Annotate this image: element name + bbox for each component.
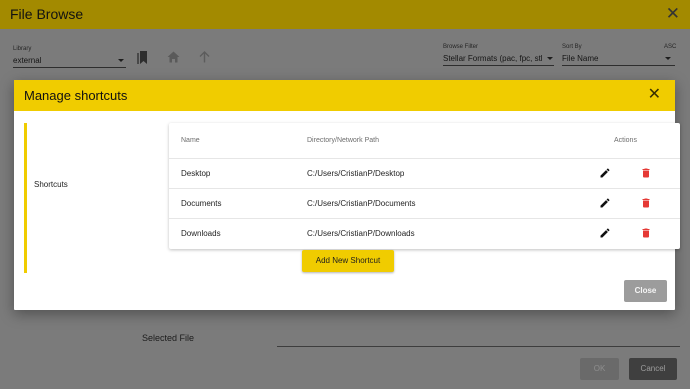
row-name: Documents <box>181 199 222 208</box>
sort-by-label: Sort By <box>562 44 582 50</box>
bookmark-icon[interactable] <box>137 50 149 65</box>
library-chevron-down-icon <box>118 59 124 62</box>
file-browse-close-icon[interactable]: ✕ <box>666 4 680 24</box>
browse-filter-value: Stellar Formats (pac, fpc, stl,... <box>443 54 543 63</box>
row-path: C:/Users/CristianP/Documents <box>307 199 416 208</box>
sort-by-chevron-down-icon <box>665 57 671 60</box>
sort-by-underline <box>562 65 675 66</box>
modal-title: Manage shortcuts <box>24 88 128 103</box>
row-name: Desktop <box>181 169 211 178</box>
column-header-name: Name <box>181 137 200 144</box>
trash-delete-icon[interactable] <box>640 227 652 239</box>
close-button[interactable]: Close <box>624 280 667 302</box>
table-row: Desktop C:/Users/CristianP/Desktop <box>169 158 680 188</box>
browse-filter-chevron-down-icon <box>547 57 553 60</box>
library-value: external <box>13 56 42 65</box>
cancel-button[interactable]: Cancel <box>629 358 677 380</box>
browse-filter-underline <box>443 65 554 66</box>
ok-button[interactable]: OK <box>580 358 619 380</box>
file-browse-header: File Browse ✕ <box>0 0 690 29</box>
modal-header: Manage shortcuts ✕ <box>14 80 675 111</box>
sort-order-label[interactable]: ASC <box>664 44 676 50</box>
manage-shortcuts-modal: Manage shortcuts ✕ Shortcuts Name Direct… <box>14 80 680 310</box>
trash-delete-icon[interactable] <box>640 197 652 209</box>
library-underline <box>13 67 126 68</box>
column-header-path: Directory/Network Path <box>307 137 379 144</box>
row-name: Downloads <box>181 229 221 238</box>
shortcuts-table: Name Directory/Network Path Actions Desk… <box>169 123 680 249</box>
home-icon[interactable] <box>167 51 180 63</box>
sort-by-value: File Name <box>562 54 599 63</box>
table-row: Downloads C:/Users/CristianP/Downloads <box>169 218 680 248</box>
row-path: C:/Users/CristianP/Downloads <box>307 229 415 238</box>
pencil-edit-icon[interactable] <box>599 227 611 239</box>
add-new-shortcut-button[interactable]: Add New Shortcut <box>302 250 394 272</box>
column-header-actions: Actions <box>614 137 637 144</box>
selected-file-field[interactable] <box>277 346 680 347</box>
trash-delete-icon[interactable] <box>640 167 652 179</box>
pencil-edit-icon[interactable] <box>599 197 611 209</box>
selected-file-label: Selected File <box>142 333 195 343</box>
library-label: Library <box>13 46 32 52</box>
pencil-edit-icon[interactable] <box>599 167 611 179</box>
row-path: C:/Users/CristianP/Desktop <box>307 169 405 178</box>
arrow-up-icon[interactable] <box>199 51 210 63</box>
file-browse-title: File Browse <box>10 6 84 22</box>
shortcuts-section-label: Shortcuts <box>34 180 68 189</box>
modal-close-icon[interactable]: ✕ <box>648 86 661 104</box>
browse-filter-label: Browse Filter <box>443 44 479 50</box>
table-row: Documents C:/Users/CristianP/Documents <box>169 188 680 218</box>
